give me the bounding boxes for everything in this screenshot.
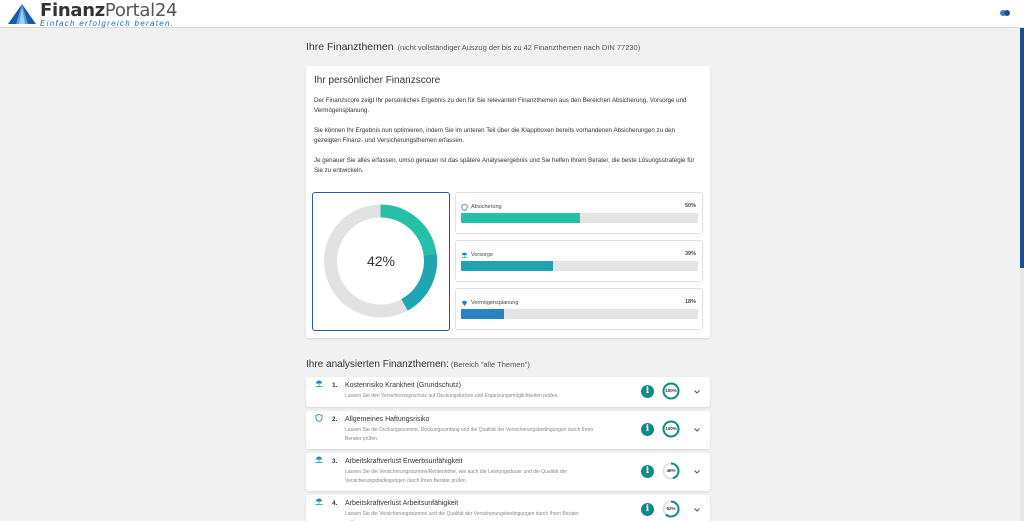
chevron-down-icon[interactable] [693, 507, 701, 513]
logo[interactable]: FinanzPortal24 Einfach erfolgreich berat… [8, 2, 177, 28]
umbrella-hand-icon [315, 380, 323, 387]
category-name: Vermögensplanung [471, 300, 519, 306]
shield-icon [315, 414, 323, 422]
topic-score-ring: 62% [662, 500, 680, 518]
analysed-title: Ihre analysierten Finanzthemen: [306, 359, 449, 370]
topic-description: Lassen Sie die Versicherungssumme und di… [345, 511, 579, 521]
topic-number: 2. [332, 416, 338, 423]
topic-title: Allgemeines Haftungsrisiko [345, 416, 430, 423]
shield-icon [461, 203, 468, 211]
score-paragraph-2: Sie können Ihr Ergebnis nun optimieren, … [314, 127, 676, 144]
chevron-down-icon[interactable] [693, 469, 701, 475]
topic-number: 4. [332, 500, 338, 507]
category-bar [461, 213, 698, 223]
brand-num: 24 [154, 0, 178, 21]
category-bar-fill [461, 309, 504, 319]
themes-title: Ihre Finanzthemen [306, 41, 394, 53]
ring-label: 46% [666, 468, 676, 473]
themes-subtitle: (nicht vollständiger Auszug der bis zu 4… [397, 43, 641, 52]
category-absicherung: Absicherung 50% [455, 192, 703, 234]
finanzscore-card: Ihr persönlicher Finanzscore Der Finanzs… [306, 66, 710, 338]
total-score-label: 42% [366, 253, 396, 269]
info-button[interactable]: i [641, 465, 654, 478]
topic-description: Lassen Sie den Versicherungsschutz auf D… [345, 393, 559, 399]
topic-score-ring: 46% [662, 462, 680, 480]
chevron-down-icon[interactable] [693, 389, 701, 395]
topic-score-ring: 100% [662, 420, 680, 438]
diamond-icon [461, 300, 468, 306]
category-name: Vorsorge [471, 252, 494, 258]
category-vermoegensplanung: Vermögensplanung 18% [455, 288, 703, 330]
category-vorsorge: Vorsorge 39% [455, 240, 703, 282]
umbrella-hand-icon [315, 456, 323, 463]
brand-main: Finanz [40, 0, 105, 21]
total-score-donut: 42% [312, 192, 450, 331]
category-bar [461, 261, 698, 271]
score-title: Ihr persönlicher Finanzscore [314, 75, 441, 86]
topic-item[interactable]: 1. Kostenrisiko Krankheit (Grundschutz) … [306, 377, 710, 407]
info-button[interactable]: i [641, 423, 654, 436]
topic-number: 1. [332, 382, 338, 389]
ring-label: 100% [665, 426, 677, 431]
topic-item[interactable]: 2. Allgemeines Haftungsrisiko Lassen Sie… [306, 411, 710, 449]
ring-label: 100% [665, 388, 677, 393]
category-percent: 18% [684, 299, 696, 305]
scrollbar-thumb[interactable] [1020, 28, 1024, 268]
category-bar [461, 309, 698, 319]
info-button[interactable]: i [641, 385, 654, 398]
logo-text: FinanzPortal24 Einfach erfolgreich berat… [40, 2, 177, 28]
analysed-filter: (Bereich "alle Themen") [450, 360, 530, 369]
topic-title: Arbeitskraftverlust Erwerbsunfähigkeit [345, 458, 463, 465]
score-description: Der Finanzscore zeigt Ihr persönliches E… [314, 96, 702, 176]
category-bar-fill [461, 261, 554, 271]
topic-item[interactable]: 3. Arbeitskraftverlust Erwerbsunfähigkei… [306, 453, 710, 491]
toggle-view-icon[interactable] [1000, 9, 1010, 17]
topic-title: Arbeitskraftverlust Arbeitsunfähigkeit [345, 500, 459, 507]
topic-title: Kostenrisiko Krankheit (Grundschutz) [345, 382, 461, 389]
info-button[interactable]: i [641, 503, 654, 516]
topic-number: 3. [332, 458, 338, 465]
topic-item[interactable]: 4. Arbeitskraftverlust Arbeitsunfähigkei… [306, 495, 710, 521]
logo-brand: FinanzPortal24 [40, 2, 177, 20]
topic-score-ring: 100% [662, 382, 680, 400]
brand-rest: Portal [104, 0, 155, 21]
main-content: Ihre Finanzthemen (nicht vollständiger Au… [306, 40, 710, 521]
category-percent: 39% [684, 251, 696, 257]
top-bar: FinanzPortal24 Einfach erfolgreich berat… [0, 0, 1024, 28]
category-name: Absicherung [471, 204, 502, 210]
topic-description: Lassen Sie die Versicherungssumme/Renten… [345, 469, 568, 484]
score-paragraph-1: Der Finanzscore zeigt Ihr persönliches E… [314, 97, 687, 114]
chevron-down-icon[interactable] [693, 427, 701, 433]
analysed-heading: Ihre analysierten Finanzthemen: (Bereich … [306, 358, 530, 372]
category-bar-fill [461, 213, 580, 223]
score-paragraph-3: Je genauer Sie alles erfassen, umso gena… [314, 157, 695, 174]
umbrella-hand-icon [461, 251, 468, 258]
logo-tagline: Einfach erfolgreich beraten. [40, 19, 175, 28]
category-percent: 50% [684, 203, 696, 209]
themes-heading: Ihre Finanzthemen (nicht vollständiger Au… [306, 40, 710, 54]
umbrella-hand-icon [315, 498, 323, 505]
ring-label: 62% [666, 506, 676, 511]
topic-description: Lassen Sie die Deckungssumme, Deckungsum… [345, 427, 594, 442]
logo-triangle-icon [8, 4, 36, 24]
